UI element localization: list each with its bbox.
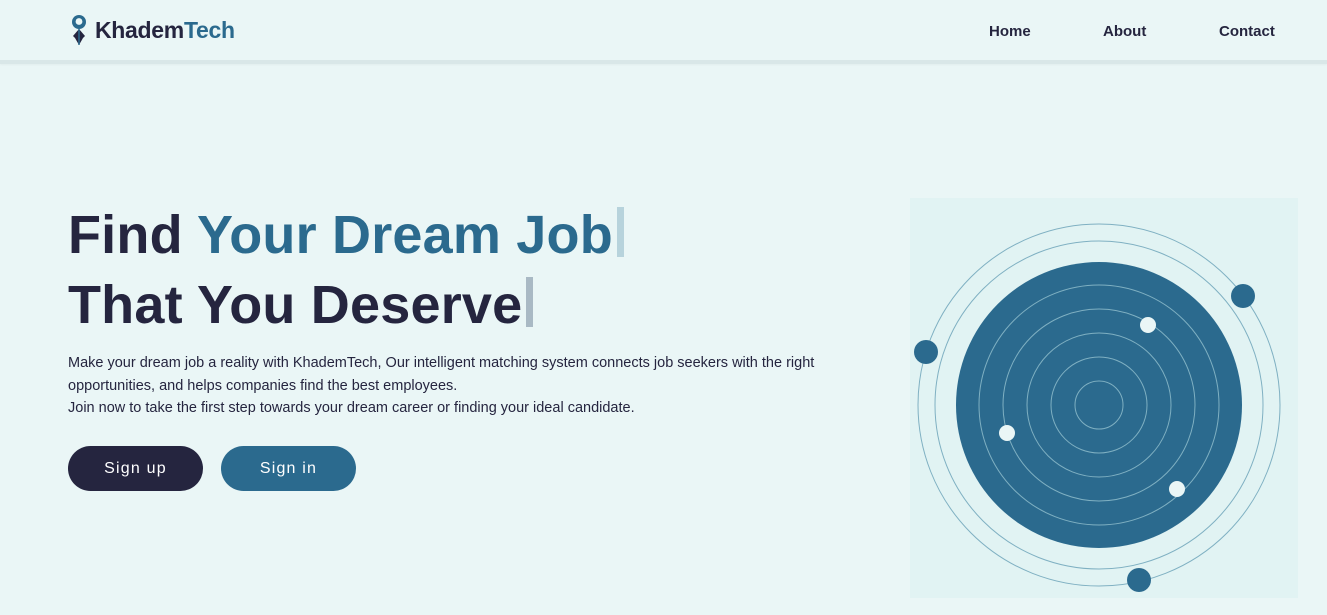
hero-title: Find Your Dream Job That You Deserve [68,200,624,340]
orbit-dot [914,340,938,364]
orbit-dot [1127,568,1151,592]
hero-title-accent: Your Dream Job [197,205,613,265]
hero-description-line1: Make your dream job a reality with Khade… [68,355,815,394]
typing-caret [526,277,534,327]
nav-about-link[interactable]: About [1103,23,1146,40]
hero-description: Make your dream job a reality with Khade… [68,352,828,420]
hero-title-line2: That You Deserve [68,275,534,335]
orbit-graphic [914,223,1281,592]
signup-button[interactable]: Sign up [68,446,203,491]
hero-title-line1: Find Your Dream Job [68,205,624,265]
hero-description-line2: Join now to take the first step towards … [68,400,635,416]
nav-home-link[interactable]: Home [989,23,1031,40]
nav-contact-link[interactable]: Contact [1219,23,1275,40]
signin-button[interactable]: Sign in [221,446,356,491]
person-pin-icon [72,15,86,45]
light-dot [1140,317,1156,333]
typing-caret [616,207,624,257]
light-dot [999,425,1015,441]
brand-logo[interactable]: KhademTech [69,14,235,46]
orbit-dot [1231,284,1255,308]
orbit-illustration [910,198,1298,598]
brand-name: KhademTech [95,16,235,43]
navbar: KhademTech Home About Contact [0,0,1327,64]
light-dot [1169,481,1185,497]
central-disc [956,262,1242,548]
